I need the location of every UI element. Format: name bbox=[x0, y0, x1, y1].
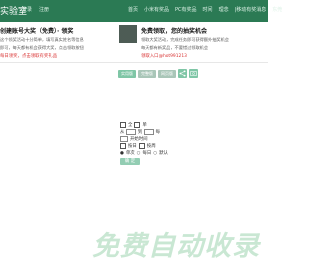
form-row: ● 单次 ○ 每日 ○ 默认 bbox=[120, 150, 168, 157]
nav-item[interactable]: 理念 bbox=[219, 6, 229, 13]
from-field[interactable] bbox=[126, 129, 136, 135]
field-label: 从 bbox=[120, 130, 125, 135]
radio-label: 默认 bbox=[159, 151, 168, 156]
checkbox[interactable] bbox=[134, 122, 141, 128]
form-row: 按日 按周 bbox=[120, 143, 160, 149]
radio-dot[interactable]: ● bbox=[120, 151, 124, 156]
checkbox-label: 全 bbox=[128, 123, 133, 128]
image-icon[interactable] bbox=[189, 69, 198, 78]
nav-item[interactable]: 东莞 bbox=[272, 6, 282, 13]
checkbox-label: 按日 bbox=[128, 144, 137, 149]
main-nav: 首页 小米有奖品 PC有奖品 时间 理念 |移动有奖消息 东莞 bbox=[128, 6, 282, 13]
checkbox-label: 单 bbox=[142, 123, 147, 128]
form-row: 开始时间 bbox=[120, 136, 160, 142]
to-field[interactable] bbox=[144, 129, 154, 135]
promo-card-right[interactable]: 免费领取，您的抽奖机会 领取大奖活动，完成任务即可获得额外抽奖机会 每天都有新奖… bbox=[141, 26, 253, 59]
form-row: 全 单 bbox=[120, 122, 160, 128]
promo-highlight[interactable]: 领取入口@hot991213 bbox=[141, 53, 253, 59]
promo-text: 这个领奖活动十分简单，填写真实姓名等信息 bbox=[0, 37, 84, 42]
submit-button[interactable]: 确 定 bbox=[120, 158, 140, 165]
field-label: 开始时间 bbox=[130, 137, 148, 142]
radio-dot[interactable]: ○ bbox=[137, 151, 141, 156]
promo-text: 每天都有新奖品，不要错过领取机会 bbox=[141, 45, 209, 50]
checkbox[interactable] bbox=[120, 143, 126, 149]
watermark-text: 免费自动收录 bbox=[92, 231, 260, 262]
auth-links: 登录 注册 bbox=[22, 6, 49, 13]
promo-card-left[interactable]: 创建账号大奖（免费）· 领奖 这个领奖活动十分简单，填写真实姓名等信息 即可，每… bbox=[0, 26, 112, 59]
nav-item[interactable]: 时间 bbox=[203, 6, 213, 13]
nav-item-home[interactable]: 首页 bbox=[128, 6, 138, 13]
share-icon[interactable] bbox=[178, 69, 187, 78]
checkbox[interactable] bbox=[138, 143, 145, 149]
promo-title[interactable]: 创建账号大奖（免费）· 领奖 bbox=[0, 26, 112, 35]
promo-text: 领取大奖活动，完成任务即可获得额外抽奖机会 bbox=[141, 37, 229, 42]
promo-highlight[interactable]: 每日领奖，点击领取有奖礼品 bbox=[0, 53, 112, 59]
promo-text: 即可，每天都有机会获得大奖，点击领取按钮 bbox=[0, 45, 84, 50]
view-button[interactable]: 网页版 bbox=[158, 69, 176, 78]
view-toolbar: 实用版 完整版 网页版 bbox=[118, 69, 198, 78]
schedule-form: 全 单 从 到 每 开始时间 按日 按周 ● 单次 ○ 每日 ○ 默认 确 定 bbox=[120, 122, 168, 165]
field-label: 到 bbox=[137, 130, 143, 135]
view-button[interactable]: 完整版 bbox=[138, 69, 156, 78]
view-button[interactable]: 实用版 bbox=[118, 69, 136, 78]
field-label: 每 bbox=[155, 130, 160, 135]
radio-dot[interactable]: ○ bbox=[153, 151, 157, 156]
radio-label: 每日 bbox=[142, 151, 152, 156]
promo-thumbnail[interactable] bbox=[119, 25, 137, 43]
nav-item[interactable]: |移动有奖消息 bbox=[235, 6, 267, 13]
top-navbar: 实验室 登录 注册 首页 小米有奖品 PC有奖品 时间 理念 |移动有奖消息 东… bbox=[0, 0, 282, 22]
register-link[interactable]: 注册 bbox=[39, 6, 49, 13]
checkbox-label: 按周 bbox=[146, 144, 156, 149]
login-link[interactable]: 登录 bbox=[22, 6, 32, 13]
checkbox[interactable] bbox=[120, 122, 126, 128]
nav-item[interactable]: PC有奖品 bbox=[175, 6, 197, 13]
form-row: 从 到 每 bbox=[120, 129, 160, 135]
promo-title[interactable]: 免费领取，您的抽奖机会 bbox=[141, 26, 253, 35]
nav-item[interactable]: 小米有奖品 bbox=[144, 6, 169, 13]
radio-label: 单次 bbox=[125, 151, 135, 156]
start-time-field[interactable] bbox=[120, 136, 128, 142]
